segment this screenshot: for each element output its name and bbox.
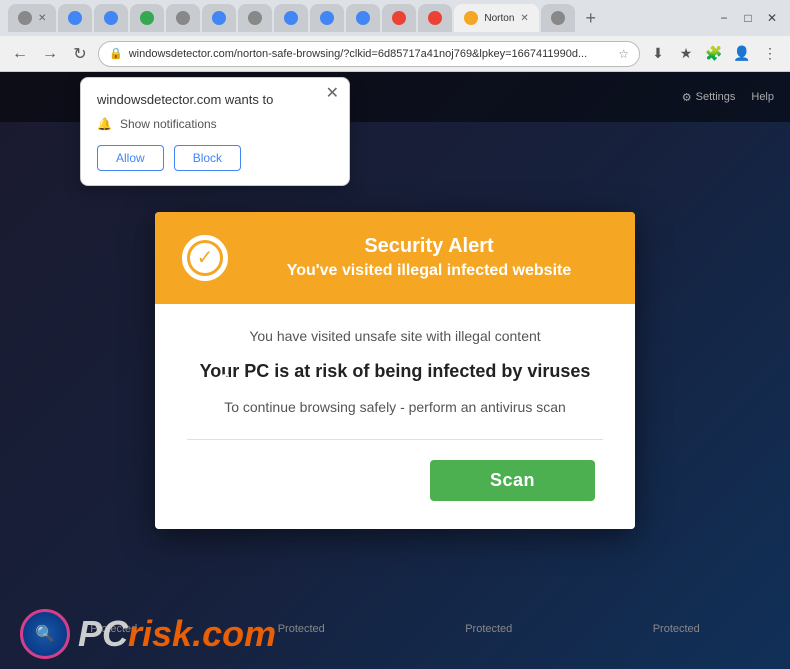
tab-favicon-t2 xyxy=(68,11,82,25)
menu-icon[interactable]: ⋮ xyxy=(758,42,782,66)
tab-t11[interactable] xyxy=(382,4,416,32)
checkmark-symbol: ✓ xyxy=(197,245,214,270)
profile-icon[interactable]: 👤 xyxy=(730,42,754,66)
modal-title-area: Security Alert You've visited illegal in… xyxy=(247,235,611,280)
forward-button[interactable]: → xyxy=(38,42,62,66)
notification-close-button[interactable]: ✕ xyxy=(326,86,339,102)
bookmark-icon[interactable]: ☆ xyxy=(618,47,629,61)
tab-t14[interactable] xyxy=(541,4,575,32)
tab-bar: ✕ xyxy=(8,4,702,32)
tab-favicon-t4 xyxy=(140,11,154,25)
tab-favicon-t1 xyxy=(18,11,32,25)
tab-favicon-t9 xyxy=(320,11,334,25)
tab-favicon-t5 xyxy=(176,11,190,25)
tab-t8[interactable] xyxy=(274,4,308,32)
modal-divider xyxy=(187,439,603,440)
toolbar-icons: ⬇ ★ 🧩 👤 ⋮ xyxy=(646,42,782,66)
extensions-icon[interactable]: 🧩 xyxy=(702,42,726,66)
modal-header: ✓ Security Alert You've visited illegal … xyxy=(155,212,635,304)
modal-checkmark-icon: ✓ xyxy=(187,240,223,276)
tab-t10[interactable] xyxy=(346,4,380,32)
tab-t9[interactable] xyxy=(310,4,344,32)
modal-text-2: Your PC is at risk of being infected by … xyxy=(187,360,603,383)
tab-favicon-t12 xyxy=(428,11,442,25)
modal-text-1: You have visited unsafe site with illega… xyxy=(187,328,603,344)
allow-button[interactable]: Allow xyxy=(97,145,164,171)
tab-t7[interactable] xyxy=(238,4,272,32)
tab-t5[interactable] xyxy=(166,4,200,32)
tab-t2[interactable] xyxy=(58,4,92,32)
tab-close-t13[interactable]: ✕ xyxy=(520,13,528,24)
modal-text-3: To continue browsing safely - perform an… xyxy=(187,399,603,415)
tab-t12[interactable] xyxy=(418,4,452,32)
notification-title: windowsdetector.com wants to xyxy=(97,92,333,107)
scan-button[interactable]: Scan xyxy=(430,460,595,501)
toolbar: ← → ↻ 🔒 windowsdetector.com/norton-safe-… xyxy=(0,36,790,72)
modal-body: You have visited unsafe site with illega… xyxy=(155,304,635,529)
address-text: windowsdetector.com/norton-safe-browsing… xyxy=(129,48,613,60)
address-bar[interactable]: 🔒 windowsdetector.com/norton-safe-browsi… xyxy=(98,41,640,67)
tab-favicon-t7 xyxy=(248,11,262,25)
modal-footer: Scan xyxy=(187,460,603,501)
tab-favicon-t8 xyxy=(284,11,298,25)
window-controls: − □ ✕ xyxy=(714,8,782,28)
lock-icon: 🔒 xyxy=(109,47,123,60)
new-tab-button[interactable]: + xyxy=(577,4,605,32)
tab-label-t13: Norton xyxy=(484,13,514,24)
tab-favicon-t10 xyxy=(356,11,370,25)
download-icon[interactable]: ⬇ xyxy=(646,42,670,66)
star-icon[interactable]: ★ xyxy=(674,42,698,66)
close-button[interactable]: ✕ xyxy=(762,8,782,28)
modal-title: Security Alert xyxy=(247,235,611,258)
tab-favicon-t6 xyxy=(212,11,226,25)
back-button[interactable]: ← xyxy=(8,42,32,66)
tab-close-t1[interactable]: ✕ xyxy=(38,13,46,24)
tab-t13[interactable]: Norton ✕ xyxy=(454,4,538,32)
reload-button[interactable]: ↻ xyxy=(68,42,92,66)
tab-favicon-t3 xyxy=(104,11,118,25)
modal-subtitle: You've visited illegal infected website xyxy=(247,262,611,280)
title-bar: ✕ xyxy=(0,0,790,36)
maximize-button[interactable]: □ xyxy=(738,8,758,28)
tab-favicon-t11 xyxy=(392,11,406,25)
tab-t4[interactable] xyxy=(130,4,164,32)
security-alert-modal: ✓ Security Alert You've visited illegal … xyxy=(155,212,635,529)
tab-t6[interactable] xyxy=(202,4,236,32)
notification-buttons: Allow Block xyxy=(97,145,333,171)
notification-popup: ✕ windowsdetector.com wants to 🔔 Show no… xyxy=(80,77,350,186)
tab-favicon-t13 xyxy=(464,11,478,25)
notification-bell-row: 🔔 Show notifications xyxy=(97,117,333,131)
bell-icon: 🔔 xyxy=(97,117,112,131)
content-area: ⚙ Settings Help Protected Protected Prot… xyxy=(0,72,790,669)
block-button[interactable]: Block xyxy=(174,145,241,171)
modal-shield-icon: ✓ xyxy=(179,232,231,284)
notification-bell-label: Show notifications xyxy=(120,117,217,131)
browser-window: ✕ xyxy=(0,0,790,669)
tab-t3[interactable] xyxy=(94,4,128,32)
tab-favicon-t14 xyxy=(551,11,565,25)
minimize-button[interactable]: − xyxy=(714,8,734,28)
tab-t1[interactable]: ✕ xyxy=(8,4,56,32)
